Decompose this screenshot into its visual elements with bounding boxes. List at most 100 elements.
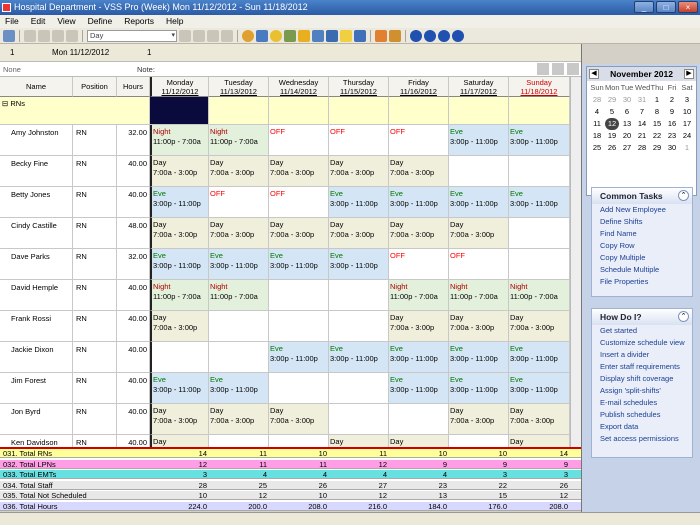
copy-icon[interactable] (38, 29, 50, 42)
calendar-day[interactable]: 19 (605, 130, 619, 142)
calendar-day[interactable]: 5 (605, 106, 619, 118)
undo-icon[interactable] (66, 29, 78, 42)
group-cell[interactable] (509, 97, 570, 125)
calendar-day[interactable]: 2 (665, 94, 679, 106)
shift-cell[interactable]: Eve 3:00p - 11:00p (389, 373, 449, 404)
column-header-day[interactable]: Sunday 11/18/2012 (509, 77, 570, 97)
menu-view[interactable]: View (57, 15, 75, 28)
how-do-i-link[interactable]: Get started (592, 325, 692, 337)
calendar-day[interactable]: 4 (590, 106, 604, 118)
shift-cell[interactable]: Day7:00a - 3:00p (269, 218, 329, 249)
book-icon[interactable] (354, 29, 366, 42)
common-task-link[interactable]: Add New Employee (592, 204, 692, 216)
shift-cell[interactable]: OFF (209, 187, 269, 218)
common-task-link[interactable]: Find Name (592, 228, 692, 240)
column-header-day[interactable]: Wednesday 11/14/2012 (269, 77, 329, 97)
shift-cell[interactable]: Day7:00a - 3:00p (150, 311, 209, 342)
shift-cell[interactable]: Day7:00a - 3:00p (209, 404, 269, 435)
shift-cell[interactable]: Day7:00a - 3:00p (389, 435, 449, 447)
column-header-day[interactable]: Tuesday 11/13/2012 (209, 77, 269, 97)
common-task-link[interactable]: Copy Multiple (592, 252, 692, 264)
shift-cell[interactable]: Eve 3:00p - 11:00p (150, 373, 209, 404)
shift-cell[interactable]: Night 11:00p - 7:00a (150, 280, 209, 311)
column-header-day[interactable]: Thursday 11/15/2012 (329, 77, 389, 97)
calendar-day[interactable]: 23 (665, 130, 679, 142)
first-icon[interactable] (410, 29, 422, 42)
calendar-day[interactable]: 9 (665, 106, 679, 118)
how-do-i-link[interactable]: Set access permissions (592, 433, 692, 445)
shift-cell[interactable] (509, 218, 570, 249)
shift-cell[interactable]: Night 11:00p - 7:00a (150, 125, 209, 156)
calendar-day[interactable]: 13 (620, 118, 634, 130)
shift-cell[interactable]: OFF (449, 249, 509, 280)
group-cell[interactable] (329, 97, 389, 125)
shift-cell[interactable] (509, 249, 570, 280)
shift-cell[interactable]: Day7:00a - 3:00p (389, 311, 449, 342)
shift-cell[interactable]: Eve 3:00p - 11:00p (509, 125, 570, 156)
shift-cell[interactable]: Day7:00a - 3:00p (150, 435, 209, 447)
shift-cell[interactable]: Day7:00a - 3:00p (389, 156, 449, 187)
column-header-hours[interactable]: Hours (117, 77, 150, 97)
shift-cell[interactable] (329, 404, 389, 435)
shift-cell[interactable]: Day7:00a - 3:00p (329, 218, 389, 249)
shift-cell[interactable] (449, 435, 509, 447)
last-icon[interactable] (452, 29, 464, 42)
shift-cell[interactable] (150, 342, 209, 373)
how-do-i-link[interactable]: Insert a divider (592, 349, 692, 361)
shift-cell[interactable]: Eve 3:00p - 11:00p (509, 373, 570, 404)
print-icon[interactable] (3, 29, 15, 42)
cancel-icon[interactable] (552, 63, 564, 75)
minimize-button[interactable]: _ (634, 1, 654, 13)
shift-cell[interactable]: Eve 3:00p - 11:00p (329, 342, 389, 373)
common-task-link[interactable]: Copy Row (592, 240, 692, 252)
group-cell[interactable] (269, 97, 329, 125)
vertical-scrollbar[interactable] (570, 77, 581, 447)
spellcheck-icon[interactable] (567, 63, 579, 75)
check-icon[interactable] (537, 63, 549, 75)
shift-cell[interactable]: Night 11:00p - 7:00a (449, 280, 509, 311)
shift-cell[interactable]: Eve 3:00p - 11:00p (329, 187, 389, 218)
menu-edit[interactable]: Edit (31, 15, 46, 28)
employee-name[interactable]: Jon Byrd (0, 404, 73, 435)
shift-cell[interactable]: Eve 3:00p - 11:00p (150, 187, 209, 218)
calendar-day[interactable]: 25 (590, 142, 604, 154)
calendar-day[interactable]: 26 (605, 142, 619, 154)
calendar-day[interactable]: 20 (620, 130, 634, 142)
shift-cell[interactable]: Eve 3:00p - 11:00p (269, 342, 329, 373)
calendar-day[interactable]: 27 (620, 142, 634, 154)
how-do-i-link[interactable]: Enter staff requirements (592, 361, 692, 373)
cut-icon[interactable] (24, 29, 36, 42)
shift-cell[interactable]: Day7:00a - 3:00p (449, 218, 509, 249)
shift-cell[interactable] (449, 156, 509, 187)
close-button[interactable]: × (678, 1, 698, 13)
employee-name[interactable]: Amy Johnston (0, 125, 73, 156)
calendar-day[interactable]: 18 (590, 130, 604, 142)
calendar-day[interactable]: 24 (680, 130, 694, 142)
common-task-link[interactable]: File Properties (592, 276, 692, 288)
column-header-day[interactable]: Saturday 11/17/2012 (449, 77, 509, 97)
bell-icon[interactable] (298, 29, 310, 42)
menu-define[interactable]: Define (88, 15, 113, 28)
filter-field[interactable]: None (3, 65, 21, 74)
common-task-link[interactable]: Define Shifts (592, 216, 692, 228)
shift-cell[interactable]: OFF (389, 125, 449, 156)
how-do-i-link[interactable]: Publish schedules (592, 409, 692, 421)
shift-cell[interactable]: Eve 3:00p - 11:00p (449, 187, 509, 218)
grid-icon[interactable] (284, 29, 296, 42)
shift-cell[interactable]: Eve 3:00p - 11:00p (209, 373, 269, 404)
shift-cell[interactable] (269, 435, 329, 447)
calendar-day[interactable]: 30 (665, 142, 679, 154)
calendar-day[interactable]: 6 (620, 106, 634, 118)
calendar-day[interactable]: 30 (620, 94, 634, 106)
view-select[interactable]: Day (87, 29, 177, 42)
calendar-day[interactable]: 11 (590, 118, 604, 130)
schedule-icon[interactable] (256, 29, 268, 42)
employee-name[interactable]: Ken Davidson (0, 435, 73, 447)
shift-cell[interactable]: OFF (269, 187, 329, 218)
employee-name[interactable]: Jackie Dixon (0, 342, 73, 373)
menu-file[interactable]: File (5, 15, 19, 28)
shift-cell[interactable] (209, 311, 269, 342)
shift-cell[interactable] (269, 311, 329, 342)
calendar-day[interactable]: 22 (650, 130, 664, 142)
shift-cell[interactable]: Eve 3:00p - 11:00p (209, 249, 269, 280)
